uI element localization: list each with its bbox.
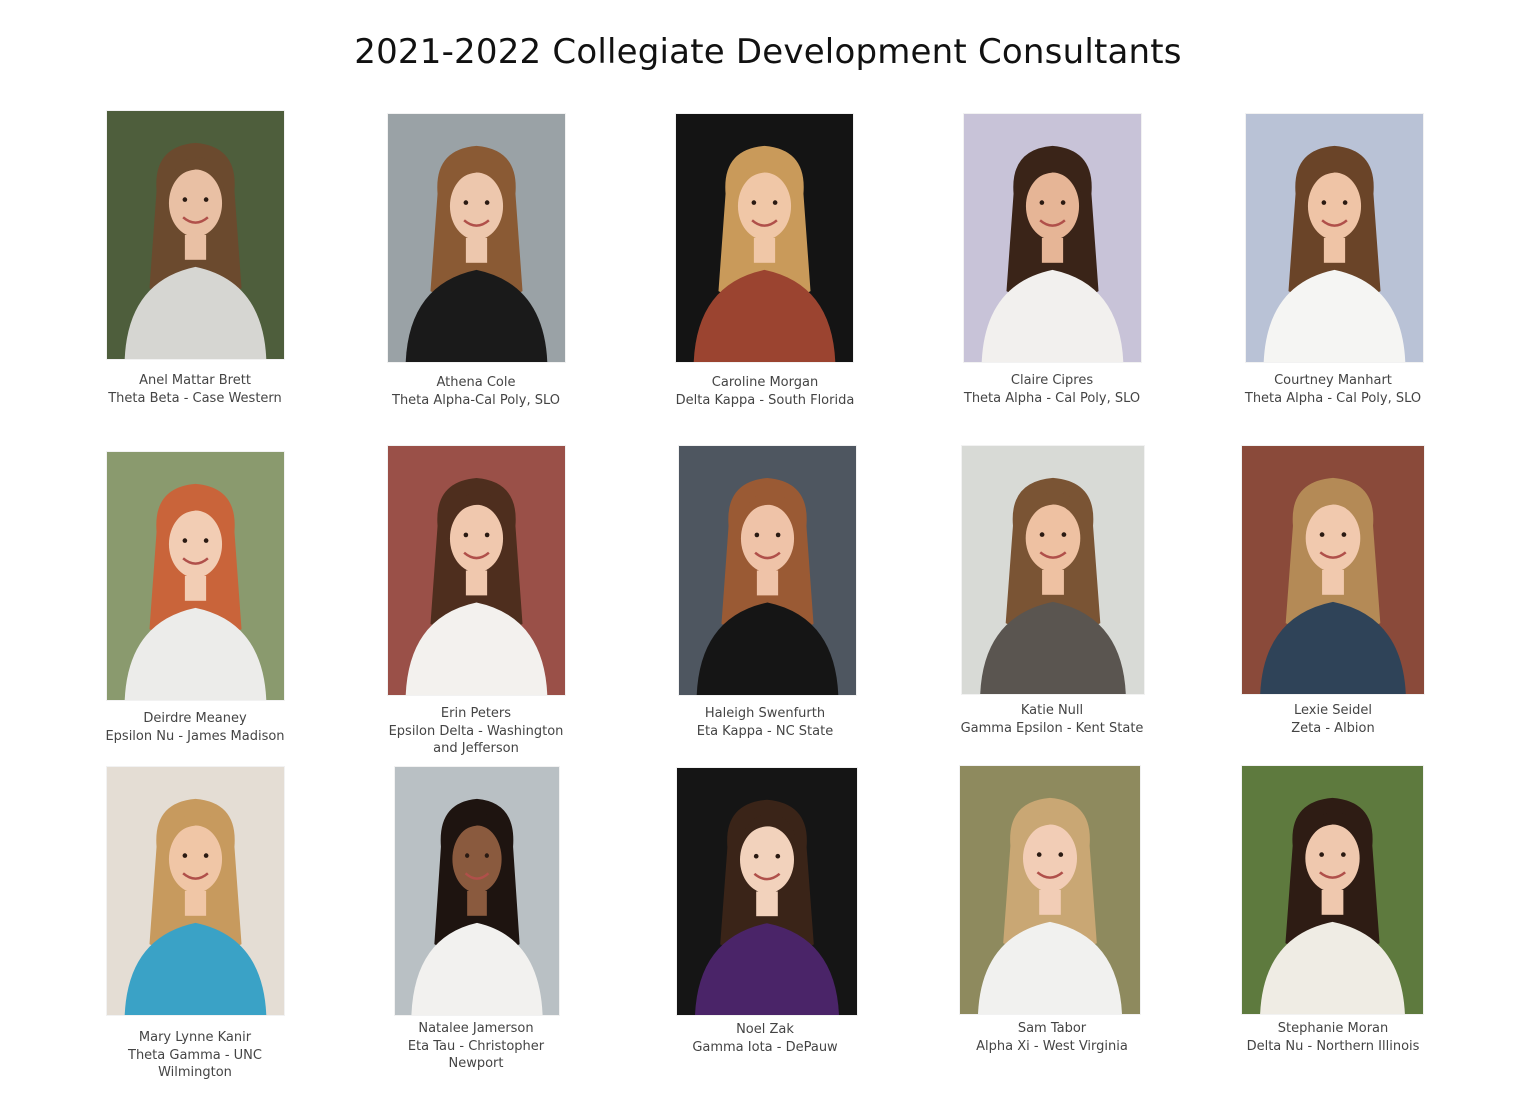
consultant-photo: [679, 446, 856, 695]
consultant-chapter: Theta Alpha - Cal Poly, SLO: [1244, 390, 1422, 406]
consultant-name: Deirdre Meaney: [143, 711, 247, 726]
consultant-photo: [107, 767, 284, 1015]
consultant-name: Caroline Morgan: [711, 375, 819, 390]
consultant-chapter: Alpha Xi - West Virginia: [976, 1038, 1128, 1054]
consultant-caption: Claire Cipres Theta Alpha - Cal Poly, SLO: [932, 372, 1172, 407]
consultant-chapter: Gamma Iota - DePauw: [692, 1039, 838, 1055]
consultant-chapter: Zeta - Albion: [1291, 720, 1375, 736]
consultant-chapter: Theta Gamma - UNC Wilmington: [128, 1047, 262, 1081]
consultant-photo: [388, 114, 565, 362]
consultant-name: Noel Zak: [736, 1022, 794, 1037]
consultant-chapter: Delta Nu - Northern Illinois: [1246, 1038, 1420, 1054]
consultant-caption: Stephanie Moran Delta Nu - Northern Illin…: [1213, 1020, 1453, 1055]
consultant-caption: Caroline Morgan Delta Kappa - South Flori…: [645, 374, 885, 409]
consultant-name: Athena Cole: [436, 375, 516, 390]
consultant-name: Claire Cipres: [1010, 373, 1094, 388]
consultant-photo: [388, 446, 565, 695]
consultant-photo: [677, 768, 857, 1015]
consultant-chapter: Eta Tau - Christopher Newport: [407, 1038, 545, 1072]
consultant-chapter: Epsilon Delta - Washington and Jefferson: [388, 723, 564, 757]
consultant-caption: Deirdre Meaney Epsilon Nu - James Madison: [75, 710, 315, 745]
consultant-caption: Athena Cole Theta Alpha-Cal Poly, SLO: [356, 374, 596, 409]
consultant-chapter: Eta Kappa - NC State: [696, 723, 834, 739]
consultant-caption: Haleigh Swenfurth Eta Kappa - NC State: [645, 705, 885, 740]
consultant-chapter: Delta Kappa - South Florida: [675, 392, 855, 408]
consultant-name: Katie Null: [1020, 703, 1084, 718]
consultant-caption: Erin Peters Epsilon Delta - Washington an…: [356, 705, 596, 758]
consultant-caption: Natalee Jamerson Eta Tau - Christopher Ne…: [356, 1020, 596, 1073]
consultant-photo: [1242, 766, 1423, 1014]
consultant-caption: Courtney Manhart Theta Alpha - Cal Poly, …: [1213, 372, 1453, 407]
consultant-photo: [1246, 114, 1423, 362]
consultant-caption: Lexie Seidel Zeta - Albion: [1213, 702, 1453, 737]
consultant-chapter: Gamma Epsilon - Kent State: [960, 720, 1144, 736]
consultant-name: Sam Tabor: [1017, 1021, 1087, 1036]
consultant-caption: Sam Tabor Alpha Xi - West Virginia: [932, 1020, 1172, 1055]
consultant-name: Anel Mattar Brett: [139, 373, 251, 388]
consultant-chapter: Epsilon Nu - James Madison: [105, 728, 285, 744]
consultant-name: Haleigh Swenfurth: [704, 706, 826, 721]
consultant-caption: Mary Lynne Kanir Theta Gamma - UNC Wilmin…: [75, 1029, 315, 1082]
consultant-name: Erin Peters: [440, 706, 512, 721]
consultant-photo: [395, 767, 559, 1015]
consultant-photo: [962, 446, 1144, 694]
consultant-caption: Katie Null Gamma Epsilon - Kent State: [932, 702, 1172, 737]
consultant-name: Natalee Jamerson: [418, 1021, 534, 1036]
consultant-caption: Noel Zak Gamma Iota - DePauw: [645, 1021, 885, 1056]
page-title: 2021-2022 Collegiate Development Consult…: [354, 32, 1182, 72]
consultant-name: Lexie Seidel: [1294, 703, 1372, 718]
consultant-chapter: Theta Beta - Case Western: [108, 390, 282, 406]
consultant-chapter: Theta Alpha-Cal Poly, SLO: [392, 392, 560, 408]
consultant-name: Courtney Manhart: [1274, 373, 1392, 388]
consultant-name: Mary Lynne Kanir: [138, 1030, 252, 1045]
consultant-photo: [676, 114, 853, 362]
consultant-photo: [107, 452, 284, 700]
consultant-photo: [960, 766, 1140, 1014]
consultant-photo: [107, 111, 284, 359]
consultant-name: Stephanie Moran: [1277, 1021, 1389, 1036]
consultant-photo: [1242, 446, 1424, 694]
consultant-caption: Anel Mattar Brett Theta Beta - Case Weste…: [75, 372, 315, 407]
consultant-photo: [964, 114, 1141, 362]
consultant-chapter: Theta Alpha - Cal Poly, SLO: [963, 390, 1141, 406]
